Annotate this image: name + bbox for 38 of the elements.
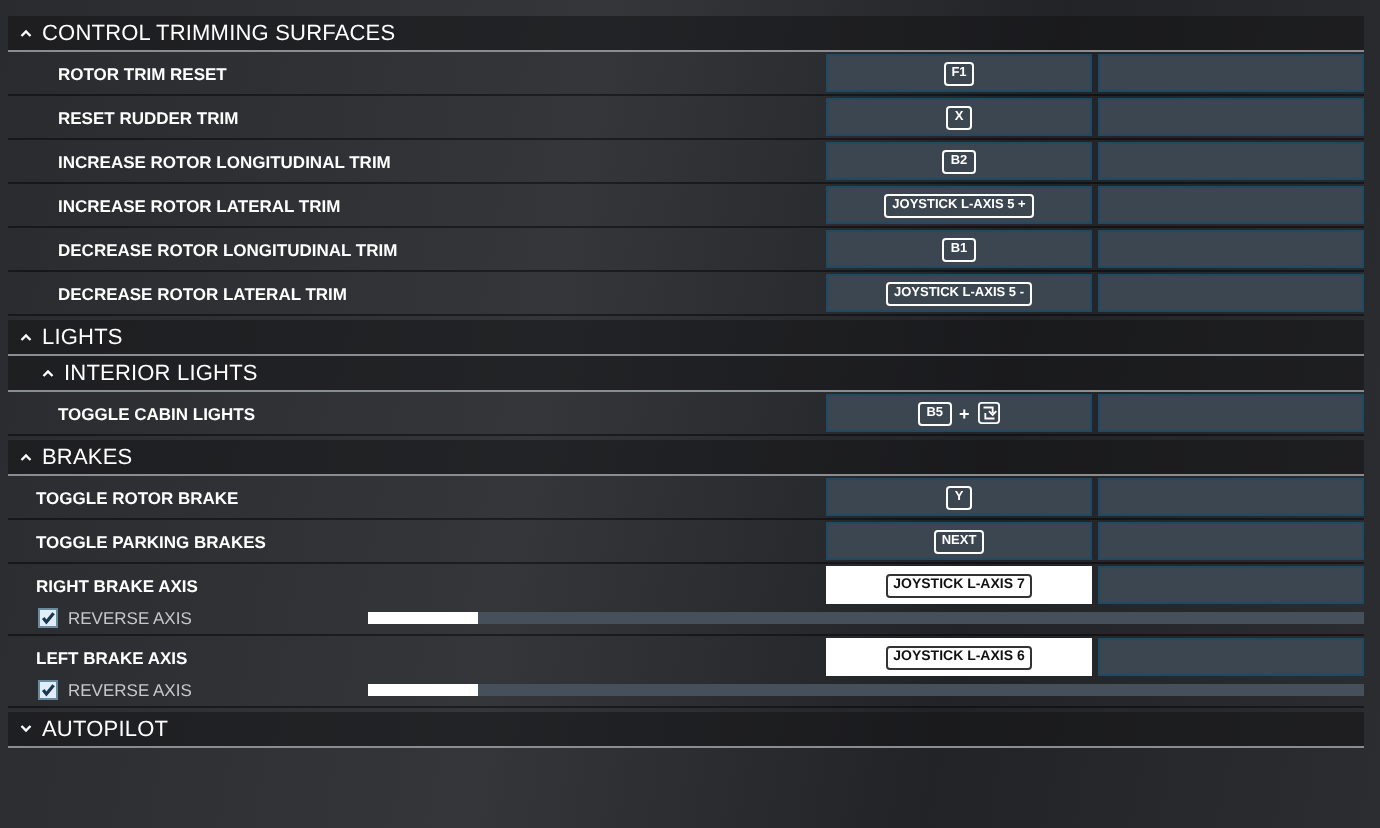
action-label: TOGGLE CABIN LIGHTS — [56, 403, 256, 423]
binding-slot[interactable] — [1098, 638, 1364, 676]
action-label: LEFT BRAKE AXIS — [34, 647, 188, 667]
checkbox[interactable] — [38, 608, 58, 628]
section-header[interactable]: CONTROL TRIMMING SURFACES — [8, 16, 1364, 52]
action-label: INCREASE ROTOR LATERAL TRIM — [56, 195, 341, 215]
subsection-header[interactable]: INTERIOR LIGHTS — [8, 356, 1364, 392]
binding-slot[interactable] — [1098, 98, 1364, 136]
action-label: TOGGLE PARKING BRAKES — [34, 531, 266, 551]
checkbox[interactable] — [38, 680, 58, 700]
binding-slot[interactable] — [1098, 274, 1364, 312]
action-label: DECREASE ROTOR LATERAL TRIM — [56, 283, 348, 303]
section-title: CONTROL TRIMMING SURFACES — [42, 21, 396, 45]
section-title: LIGHTS — [42, 325, 123, 349]
section-header[interactable]: AUTOPILOT — [8, 712, 1364, 748]
section-title: AUTOPILOT — [42, 717, 169, 741]
binding-slot[interactable] — [1098, 566, 1364, 604]
action-label: TOGGLE ROTOR BRAKE — [34, 487, 239, 507]
action-label: INCREASE ROTOR LONGITUDINAL TRIM — [56, 151, 391, 171]
binding-slot[interactable] — [1098, 522, 1364, 560]
binding-slot[interactable] — [1098, 54, 1364, 92]
binding-slot[interactable] — [1098, 394, 1364, 432]
binding-slot[interactable] — [1098, 230, 1364, 268]
action-label: RIGHT BRAKE AXIS — [34, 575, 198, 595]
arrow-key-icon — [977, 402, 1000, 424]
section-title: BRAKES — [42, 445, 133, 469]
section-header[interactable]: BRAKES — [8, 440, 1364, 476]
binding-slot[interactable] — [1098, 478, 1364, 516]
subsection-title: INTERIOR LIGHTS — [64, 361, 258, 385]
checkbox-label: REVERSE AXIS — [68, 608, 194, 628]
action-label: DECREASE ROTOR LONGITUDINAL TRIM — [56, 239, 398, 259]
binding-slot[interactable] — [1098, 142, 1364, 180]
section-header[interactable]: LIGHTS — [8, 320, 1364, 356]
action-label: RESET RUDDER TRIM — [56, 107, 239, 127]
plus-sign: + — [959, 403, 970, 423]
checkbox-label: REVERSE AXIS — [68, 680, 194, 700]
action-label: ROTOR TRIM RESET — [56, 63, 227, 83]
binding-slot[interactable] — [1098, 186, 1364, 224]
